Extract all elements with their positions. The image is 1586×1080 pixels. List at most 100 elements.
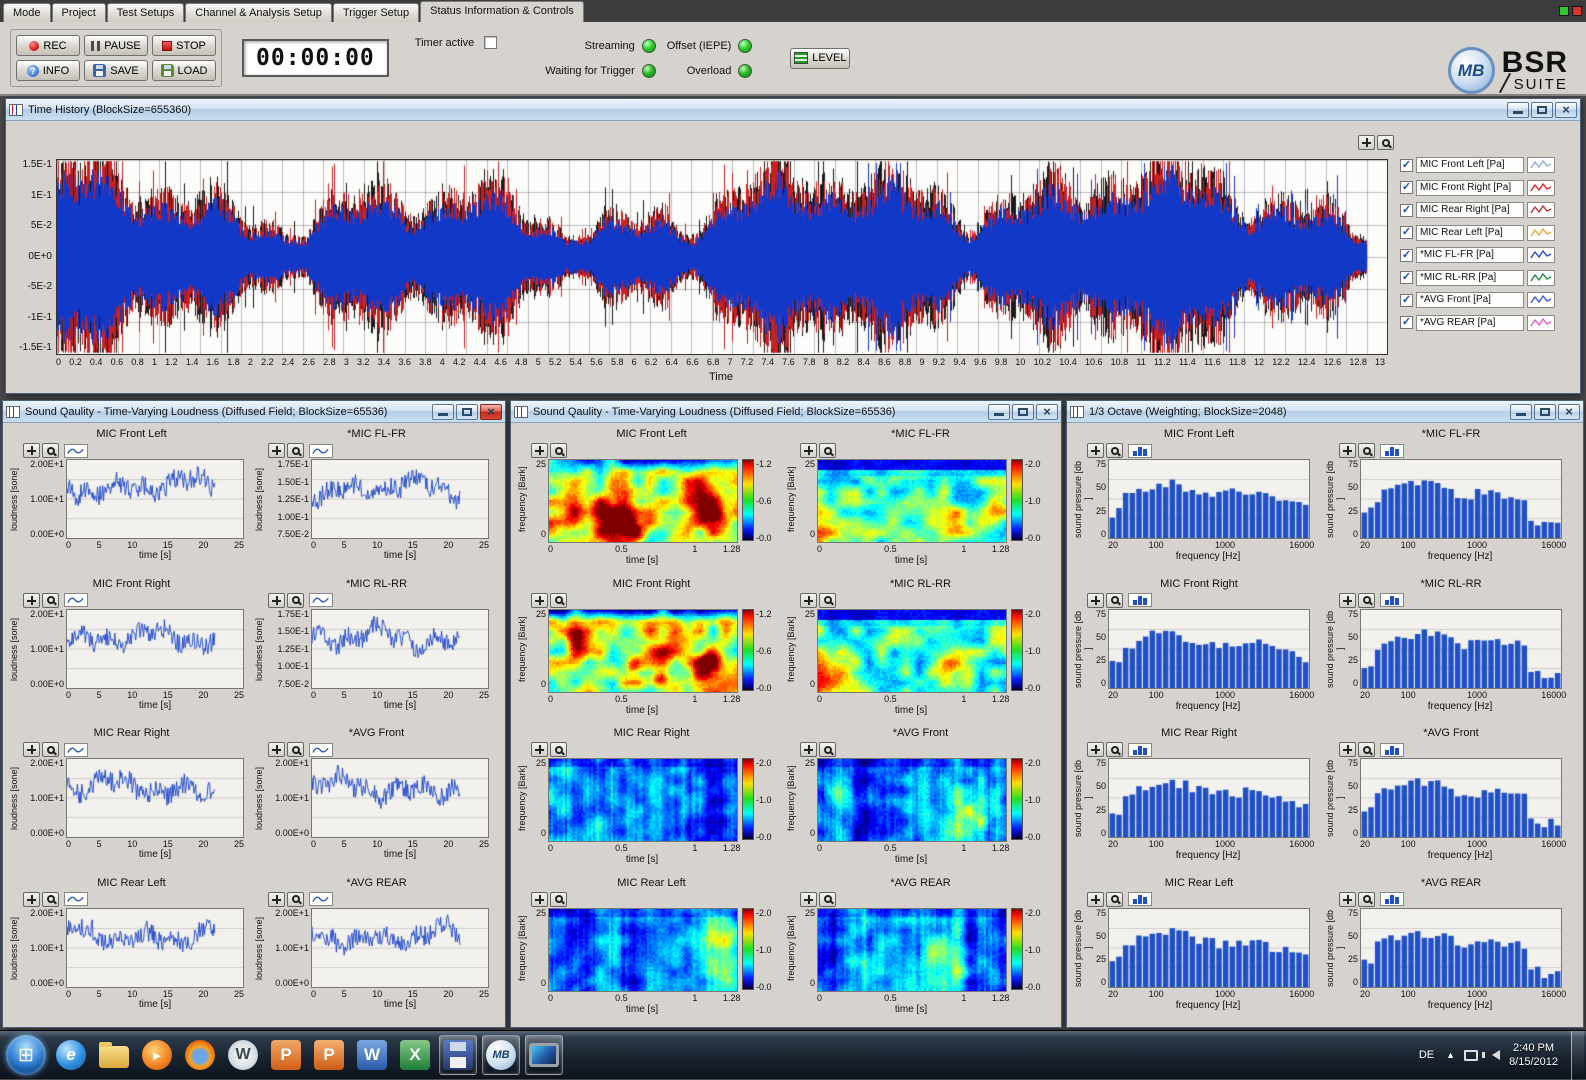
graph-move-tool[interactable]: [531, 892, 548, 907]
line-style-sample[interactable]: [1527, 202, 1555, 218]
graph-move-tool[interactable]: [23, 742, 40, 757]
line-style-sample[interactable]: [1527, 292, 1555, 308]
start-button[interactable]: ⊞: [6, 1035, 46, 1075]
tab-test-setups[interactable]: Test Setups: [107, 3, 184, 22]
graph-zoom-tool[interactable]: [550, 742, 567, 757]
octave-plot[interactable]: [1108, 459, 1310, 539]
octave-plot[interactable]: [1360, 459, 1562, 539]
system-window-icon[interactable]: [525, 1035, 563, 1075]
line-style-sample[interactable]: [1527, 225, 1555, 241]
language-indicator[interactable]: DE: [1416, 1047, 1437, 1063]
run-indicator[interactable]: [1559, 6, 1569, 16]
graph-move-tool[interactable]: [1339, 742, 1356, 757]
legend-checkbox[interactable]: ✓: [1400, 316, 1413, 329]
minimize-button[interactable]: [1507, 102, 1529, 118]
line-style-sample[interactable]: [1527, 180, 1555, 196]
octave-plot[interactable]: [1360, 908, 1562, 988]
graph-move-tool[interactable]: [531, 742, 548, 757]
graph-zoom-tool[interactable]: [42, 593, 59, 608]
octave-plot[interactable]: [1360, 758, 1562, 838]
graph-move-tool[interactable]: [531, 593, 548, 608]
graph-move-tool[interactable]: [1339, 892, 1356, 907]
titlebar[interactable]: Time History (BlockSize=655360): [6, 99, 1580, 121]
powerpoint-icon[interactable]: P: [267, 1035, 305, 1075]
legend-checkbox[interactable]: ✓: [1400, 226, 1413, 239]
octave-plot[interactable]: [1108, 758, 1310, 838]
octave-plot[interactable]: [1360, 609, 1562, 689]
legend-checkbox[interactable]: ✓: [1400, 294, 1413, 307]
presentation-icon[interactable]: P: [310, 1035, 348, 1075]
graph-move-tool[interactable]: [1358, 135, 1375, 150]
wordpress-icon[interactable]: W: [224, 1035, 262, 1075]
pause-button[interactable]: PAUSE: [84, 35, 148, 56]
maximize-button[interactable]: [1531, 102, 1553, 118]
abort-indicator[interactable]: [1572, 6, 1582, 16]
minimize-button[interactable]: [432, 404, 454, 420]
legend-checkbox[interactable]: ✓: [1400, 159, 1413, 172]
tab-channel-analysis-setup[interactable]: Channel & Analysis Setup: [185, 3, 332, 22]
graph-zoom-tool[interactable]: [1106, 742, 1123, 757]
graph-zoom-tool[interactable]: [819, 443, 836, 458]
info-button[interactable]: ? INFO: [16, 60, 80, 81]
graph-move-tool[interactable]: [268, 443, 285, 458]
show-desktop-button[interactable]: [1571, 1031, 1584, 1080]
close-button[interactable]: [480, 404, 502, 420]
loudness-plot[interactable]: [66, 908, 244, 988]
titlebar[interactable]: Sound Qaulity - Time-Varying Loudness (D…: [3, 401, 505, 423]
maximize-button[interactable]: [456, 404, 478, 420]
graph-zoom-tool[interactable]: [819, 593, 836, 608]
graph-zoom-tool[interactable]: [287, 892, 304, 907]
explorer-icon[interactable]: [95, 1035, 133, 1075]
internet-explorer-icon[interactable]: e: [52, 1035, 90, 1075]
spectrogram-plot[interactable]: [817, 609, 1007, 693]
graph-zoom-tool[interactable]: [42, 892, 59, 907]
graph-zoom-tool[interactable]: [42, 443, 59, 458]
loudness-plot[interactable]: [311, 609, 489, 689]
close-button[interactable]: [1036, 404, 1058, 420]
network-tray-icon[interactable]: [1464, 1050, 1478, 1061]
graph-zoom-tool[interactable]: [819, 742, 836, 757]
loudness-plot[interactable]: [311, 908, 489, 988]
graph-move-tool[interactable]: [1087, 593, 1104, 608]
legend-item[interactable]: ✓MIC Rear Right [Pa]: [1400, 202, 1576, 218]
graph-zoom-tool[interactable]: [1106, 892, 1123, 907]
loudness-plot[interactable]: [66, 758, 244, 838]
octave-plot[interactable]: [1108, 908, 1310, 988]
graph-move-tool[interactable]: [1339, 593, 1356, 608]
maximize-button[interactable]: [1534, 404, 1556, 420]
graph-zoom-tool[interactable]: [819, 892, 836, 907]
legend-item[interactable]: ✓*AVG Front [Pa]: [1400, 292, 1576, 308]
graph-move-tool[interactable]: [268, 742, 285, 757]
graph-zoom-tool[interactable]: [287, 443, 304, 458]
legend-checkbox[interactable]: ✓: [1400, 181, 1413, 194]
legend-item[interactable]: ✓MIC Rear Left [Pa]: [1400, 225, 1576, 241]
graph-zoom-tool[interactable]: [550, 443, 567, 458]
graph-move-tool[interactable]: [800, 443, 817, 458]
graph-move-tool[interactable]: [268, 593, 285, 608]
graph-zoom-tool[interactable]: [1106, 443, 1123, 458]
time-history-plot[interactable]: [56, 159, 1388, 355]
graph-move-tool[interactable]: [1087, 443, 1104, 458]
graph-zoom-tool[interactable]: [1377, 135, 1394, 150]
graph-zoom-tool[interactable]: [1106, 593, 1123, 608]
spectrogram-plot[interactable]: [548, 609, 738, 693]
line-style-sample[interactable]: [1527, 270, 1555, 286]
graph-zoom-tool[interactable]: [287, 742, 304, 757]
loudness-plot[interactable]: [66, 609, 244, 689]
bsr-suite-icon[interactable]: MB: [482, 1035, 520, 1075]
volume-tray-icon[interactable]: [1487, 1050, 1500, 1060]
load-button[interactable]: LOAD: [152, 60, 216, 81]
tab-status-information-controls[interactable]: Status Information & Controls: [420, 1, 584, 22]
legend-item[interactable]: ✓*AVG REAR [Pa]: [1400, 315, 1576, 331]
line-style-sample[interactable]: [1527, 157, 1555, 173]
octave-plot[interactable]: [1108, 609, 1310, 689]
graph-move-tool[interactable]: [23, 443, 40, 458]
graph-zoom-tool[interactable]: [1358, 443, 1375, 458]
maximize-button[interactable]: [1012, 404, 1034, 420]
legend-item[interactable]: ✓MIC Front Left [Pa]: [1400, 157, 1576, 173]
tab-project[interactable]: Project: [52, 3, 106, 22]
graph-zoom-tool[interactable]: [287, 593, 304, 608]
legend-item[interactable]: ✓*MIC FL-FR [Pa]: [1400, 247, 1576, 263]
line-style-sample[interactable]: [1527, 247, 1555, 263]
legend-checkbox[interactable]: ✓: [1400, 271, 1413, 284]
